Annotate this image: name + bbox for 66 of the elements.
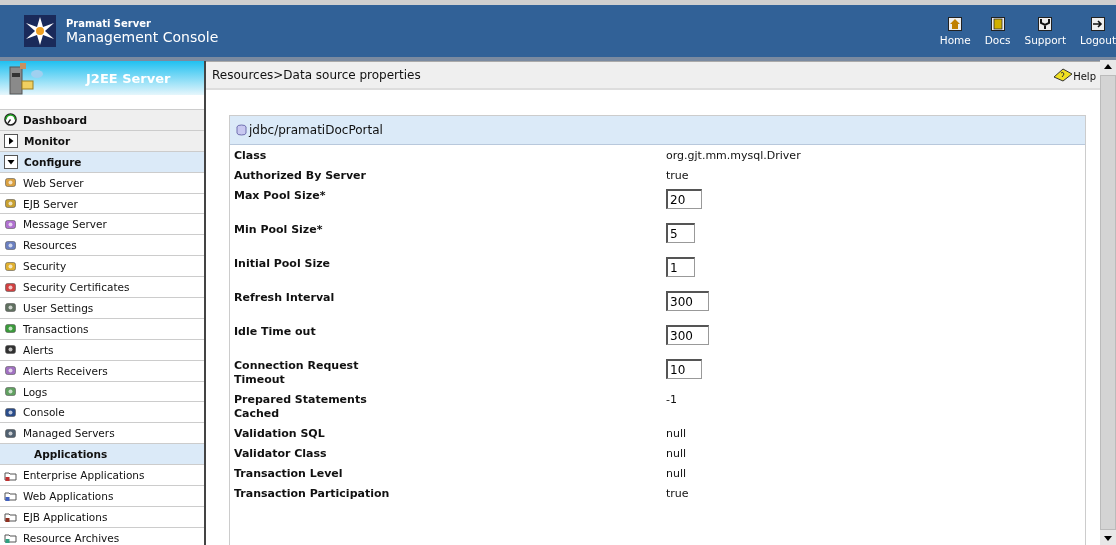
menu-item[interactable]: Alerts xyxy=(0,338,204,360)
nav-link[interactable]: Docs xyxy=(984,16,1011,46)
menu-item[interactable]: Resource Archives xyxy=(0,526,204,545)
book-icon xyxy=(990,16,1005,31)
menu-item[interactable]: EJB Server xyxy=(0,192,204,214)
property-value: -1 xyxy=(666,393,677,408)
menu-item[interactable]: EJB Applications xyxy=(0,505,204,527)
help-link[interactable]: Help xyxy=(1053,68,1096,82)
menu-item[interactable]: Alerts Receivers xyxy=(0,359,204,381)
property-label: Transaction Participation xyxy=(234,487,391,501)
breadcrumb: Resources>Data source properties xyxy=(212,68,421,82)
property-value: null xyxy=(666,427,687,441)
menu-item[interactable]: Web Server xyxy=(0,171,204,193)
nav-link[interactable]: Logout xyxy=(1080,16,1116,46)
menu-item[interactable]: Enterprise Applications xyxy=(0,464,204,486)
property-label: Connection Request Timeout xyxy=(234,359,360,387)
menu-group[interactable]: Monitor xyxy=(0,129,204,151)
text-field[interactable]: 5 xyxy=(666,223,695,243)
menu-item[interactable]: Security Certificates xyxy=(0,276,204,297)
text-field[interactable]: 10 xyxy=(666,359,702,379)
property-label: Initial Pool Size xyxy=(234,257,332,272)
property-value: true xyxy=(666,487,689,501)
text-field[interactable]: 300 xyxy=(666,325,709,345)
arrow-icon xyxy=(1091,16,1105,31)
menu-section: Applications xyxy=(0,443,204,465)
book-icon xyxy=(1053,68,1074,82)
text-field[interactable]: 300 xyxy=(666,291,709,311)
datasource-name: jdbc/pramatiDocPortal xyxy=(249,123,383,137)
property-label: Min Pool Size* xyxy=(234,223,324,238)
property-label: Class xyxy=(234,149,268,163)
caret-right-icon[interactable] xyxy=(4,133,18,148)
text-field[interactable]: 20 xyxy=(666,189,702,209)
sidebar-title: J2EE Server xyxy=(86,70,171,86)
property-label: Prepared Statements Cached xyxy=(234,393,368,421)
gauge-icon xyxy=(4,113,17,127)
property-label: Max Pool Size* xyxy=(234,189,327,204)
menu-item[interactable]: Console xyxy=(0,401,204,423)
text-field[interactable]: 1 xyxy=(666,257,695,277)
nav-link[interactable]: Support xyxy=(1024,16,1067,46)
menu-item[interactable]: Message Server xyxy=(0,213,204,235)
database-icon xyxy=(236,124,247,136)
property-label: Validation SQL xyxy=(234,427,326,441)
property-value: null xyxy=(666,447,687,461)
menu-group[interactable]: Configure xyxy=(0,150,204,172)
menu-item[interactable]: Transactions xyxy=(0,317,204,339)
property-label: Transaction Level xyxy=(234,467,344,481)
menu-item[interactable]: Resources xyxy=(0,234,204,256)
property-label: Validator Class xyxy=(234,447,328,461)
property-value: null xyxy=(666,467,687,481)
property-label: Authorized By Server xyxy=(234,169,367,183)
property-label: Refresh Interval xyxy=(234,291,336,306)
property-value: org.gjt.mm.mysql.Driver xyxy=(666,149,801,163)
menu-item[interactable]: Security xyxy=(0,255,204,277)
wrench-icon xyxy=(1038,16,1053,31)
caret-down-icon[interactable] xyxy=(4,154,18,169)
property-label: Idle Time out xyxy=(234,325,317,340)
house-icon xyxy=(948,16,963,31)
product-name: Pramati Server xyxy=(66,17,152,29)
menu-item[interactable]: User Settings xyxy=(0,297,204,318)
menu-item[interactable]: Web Applications xyxy=(0,485,204,506)
property-value: true xyxy=(666,169,689,183)
menu-item[interactable]: Logs xyxy=(0,380,204,402)
nav-link[interactable]: Home xyxy=(939,16,971,46)
star-logo-icon xyxy=(24,15,56,47)
console-title: Management Console xyxy=(66,28,219,45)
server-icon xyxy=(8,61,44,95)
